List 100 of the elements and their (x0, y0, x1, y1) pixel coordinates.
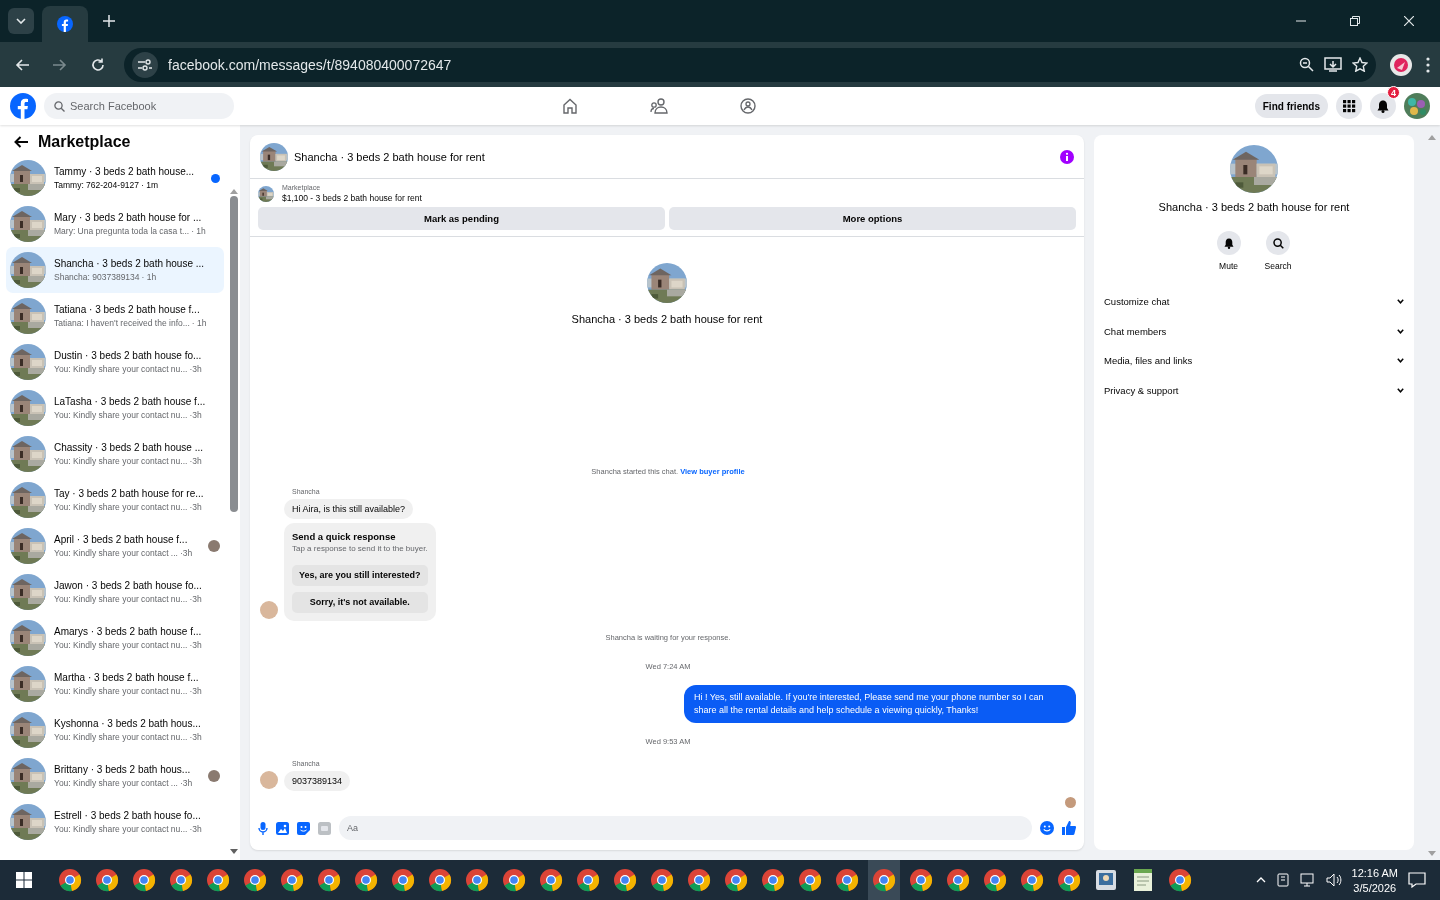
chrome-icon (132, 868, 156, 892)
info-icon[interactable] (1060, 149, 1074, 164)
conversation-title: Estrell · 3 beds 2 bath house fo... (54, 810, 202, 821)
chevron-up-icon[interactable] (1255, 877, 1266, 883)
message-time: ·3h (189, 686, 202, 696)
scrollbar-thumb[interactable] (230, 196, 238, 512)
chrome-icon (1168, 868, 1192, 892)
search-field[interactable]: Search Facebook (44, 93, 234, 119)
home-icon[interactable] (562, 98, 579, 114)
message-preview: Tammy: 762-204-9127 (54, 180, 140, 190)
conversation-item[interactable]: Martha · 3 beds 2 bath house f... You: Kindly share your contact nu... ·3h (6, 661, 224, 707)
chrome-icon (761, 868, 785, 892)
chrome-icon (983, 868, 1007, 892)
browser-tab[interactable] (42, 6, 88, 42)
conversation-item[interactable]: Tatiana · 3 beds 2 bath house f... Tatiana: I haven't received the info... · 1h (6, 293, 224, 339)
scroll-up-arrow-icon[interactable] (230, 189, 238, 194)
message-preview: You: Kindly share your contact nu... (54, 410, 188, 420)
search-icon (1272, 237, 1284, 249)
emoji-icon[interactable] (1040, 821, 1054, 835)
quick-reply-button[interactable]: Yes, are you still interested? (292, 564, 428, 586)
chrome-icon (502, 868, 526, 892)
zoom-icon[interactable] (1299, 57, 1314, 72)
message-preview: You: Kindly share your contact nu... (54, 364, 188, 374)
section-header[interactable]: Chat members (1104, 316, 1404, 346)
tab-list-button[interactable] (8, 8, 34, 34)
chrome-icon (1020, 868, 1044, 892)
conversation-title: Tammy · 3 beds 2 bath house... (54, 166, 196, 177)
back-arrow-icon (15, 57, 29, 72)
conversation-item[interactable]: Jawon · 3 beds 2 bath house fo... You: Kindly share your contact nu... ·3h (6, 569, 224, 615)
image-icon[interactable] (276, 821, 289, 835)
quick-reply-button[interactable]: Sorry, it's not available. (292, 591, 428, 613)
conversation-item[interactable]: Dustin · 3 beds 2 bath house fo... You: Kindly share your contact nu... ·3h (6, 339, 224, 385)
conversation-item[interactable]: Brittany · 3 beds 2 bath hous... You: Kindly share your contact ... ·3h (6, 753, 224, 799)
microphone-icon[interactable] (258, 821, 268, 835)
avatar-icon (1394, 57, 1408, 72)
message-preview: You: Kindly share your contact nu... (54, 456, 188, 466)
device-icon[interactable] (1275, 873, 1290, 887)
conversation-item[interactable]: April · 3 beds 2 bath house f... You: Kindly share your contact ... ·3h (6, 523, 224, 569)
windows-icon (16, 872, 32, 888)
message-time: ·3h (189, 824, 202, 834)
friends-icon[interactable] (650, 98, 669, 114)
seen-avatar (1065, 797, 1076, 808)
back-arrow-icon[interactable] (14, 136, 28, 148)
section-header[interactable]: Media, files and links (1104, 346, 1404, 376)
volume-icon[interactable] (1325, 873, 1342, 887)
conversation-item[interactable]: Mary · 3 beds 2 bath house for ... Mary: Una pregunta toda la casa t... · 1h (6, 201, 224, 247)
bell-icon (1377, 99, 1389, 113)
conversation-item[interactable]: Tay · 3 beds 2 bath house for re... You: Kindly share your contact nu... ·3h (6, 477, 224, 523)
chrome-icon (872, 868, 896, 892)
message-time: ·3h (189, 456, 202, 466)
conversation-item[interactable]: Tammy · 3 beds 2 bath house... Tammy: 762-204-9127 · 1m (6, 155, 224, 201)
avatar (260, 771, 278, 789)
taskbar-app[interactable] (868, 860, 900, 900)
conversation-title: Tay · 3 beds 2 bath house for re... (54, 488, 205, 499)
conversation-item[interactable]: Kyshonna · 3 beds 2 bath hous... You: Kindly share your contact nu... ·3h (6, 707, 224, 753)
clock-date[interactable]: 3/5/2026 (1353, 881, 1397, 894)
action-button[interactable]: Mark as pending (258, 207, 665, 230)
conversation-item[interactable]: Shancha · 3 beds 2 bath house ... Shancha: 9037389134 · 1h (6, 247, 224, 293)
network-icon[interactable] (1299, 873, 1316, 887)
conversation-title: Kyshonna · 3 beds 2 bath hous... (54, 718, 202, 729)
conversation-title: Tatiana · 3 beds 2 bath house f... (54, 304, 201, 315)
site-info-button[interactable] (132, 51, 158, 78)
received-message: Hi Aira, is this still available? (284, 498, 414, 519)
facebook-logo (57, 16, 73, 32)
conversation-item[interactable]: Chassity · 3 beds 2 bath house ... You: Kindly share your contact nu... ·3h (6, 431, 224, 477)
star-icon[interactable] (1352, 57, 1368, 72)
conversation-item[interactable]: Amarys · 3 beds 2 bath house f... You: Kindly share your contact nu... ·3h (6, 615, 224, 661)
forward-arrow-icon (53, 57, 67, 72)
sticker-icon[interactable] (297, 821, 310, 835)
photo-viewer-icon (1095, 869, 1117, 891)
clock-time[interactable]: 12:16 AM (1351, 866, 1398, 879)
section-header[interactable]: Customize chat (1104, 287, 1404, 317)
message-preview: You: Kindly share your contact nu... (54, 824, 188, 834)
menu-button[interactable] (1336, 93, 1362, 119)
scroll-down-arrow-icon[interactable] (230, 849, 238, 854)
chevron-down-icon (1397, 299, 1404, 305)
message-time: ·3h (189, 410, 202, 420)
message-preview: You: Kindly share your contact nu... (54, 594, 188, 604)
groups-icon[interactable] (740, 98, 757, 114)
facebook-logo[interactable] (10, 93, 36, 119)
install-app-icon[interactable] (1324, 57, 1342, 72)
thumbs-up-icon[interactable] (1062, 821, 1076, 835)
message-time: ·3h (189, 594, 202, 604)
message-time: · 1h (141, 272, 157, 282)
profile-button[interactable] (1390, 53, 1412, 76)
conversation-item[interactable]: Estrell · 3 beds 2 bath house fo... You: Kindly share your contact nu... ·3h (6, 799, 224, 845)
received-message: 9037389134 (284, 771, 351, 791)
action-button[interactable]: More options (669, 207, 1076, 230)
conversation-title: Chassity · 3 beds 2 bath house ... (54, 442, 204, 453)
chrome-icon (687, 868, 711, 892)
message-field[interactable]: Aa (339, 816, 1032, 840)
tune-icon (138, 58, 152, 71)
more-menu-icon[interactable] (1426, 56, 1430, 73)
sidebar-title: Marketplace (38, 133, 131, 151)
section-header[interactable]: Privacy & support (1104, 375, 1404, 405)
notifications-icon[interactable] (1408, 872, 1426, 888)
find-friends-button[interactable]: Find friends (1254, 94, 1328, 118)
chrome-icon (243, 868, 267, 892)
conversation-item[interactable]: LaTasha · 3 beds 2 bath house f... You: Kindly share your contact nu... ·3h (6, 385, 224, 431)
chat-intro-title: Shancha · 3 beds 2 bath house for rent (571, 313, 763, 325)
